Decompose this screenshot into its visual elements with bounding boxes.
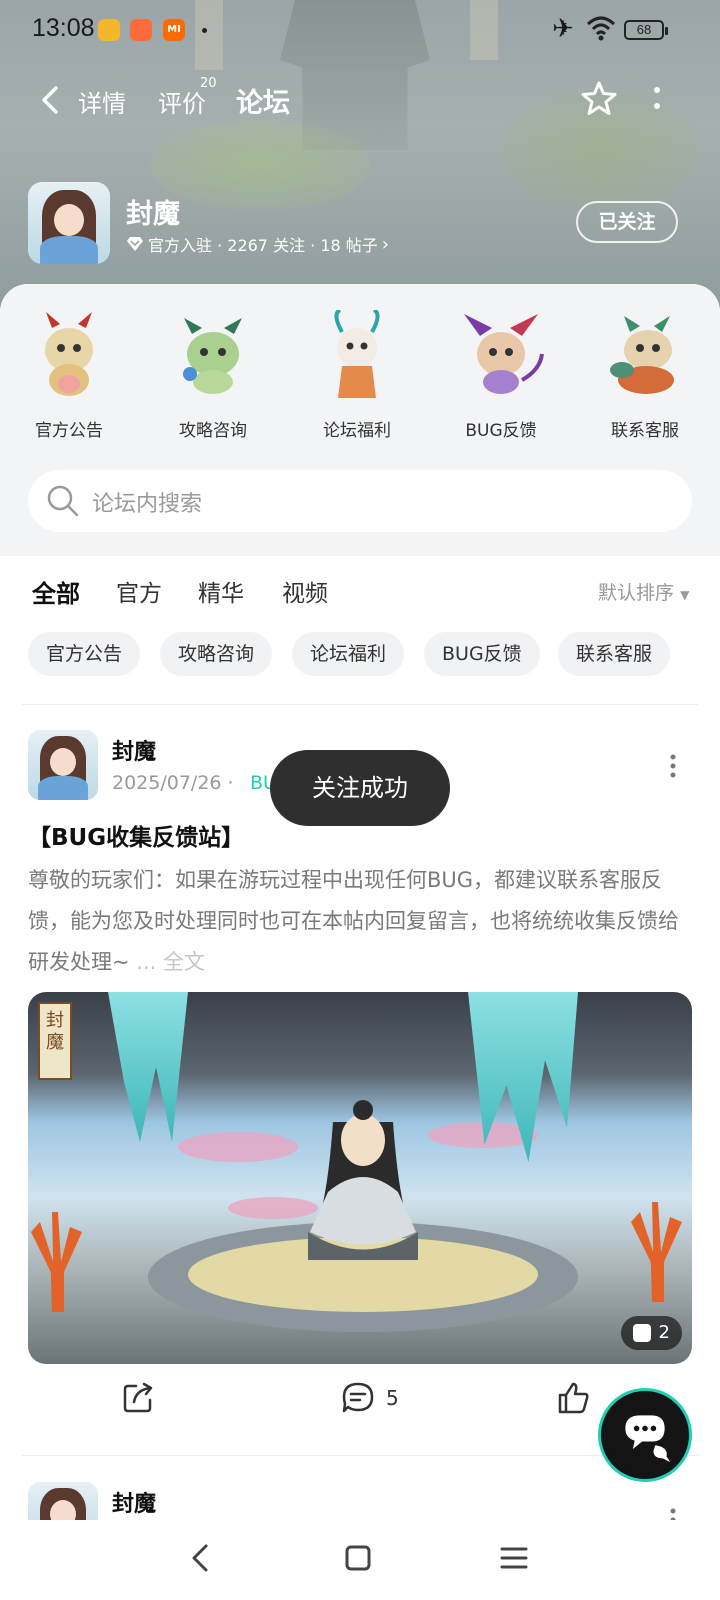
post-date: 2025/07/26 · <box>112 772 234 794</box>
favorite-star-icon[interactable] <box>580 80 618 118</box>
post-image[interactable]: 封魔 2 <box>28 992 692 1364</box>
category-welfare[interactable]: 论坛福利 <box>292 308 422 441</box>
category-label: BUG反馈 <box>465 421 537 441</box>
category-strategy[interactable]: 攻略咨询 <box>148 310 278 441</box>
image-count-badge: 2 <box>620 1316 682 1350</box>
more-vertical-icon[interactable] <box>650 86 664 114</box>
category-official-announcement[interactable]: 官方公告 <box>4 310 134 441</box>
chip-bug-feedback[interactable]: BUG反馈 <box>424 632 540 676</box>
chip-official-announcement[interactable]: 官方公告 <box>28 632 141 676</box>
tab-details[interactable]: 详情 <box>78 84 126 119</box>
game-logo-seal: 封魔 <box>38 1002 72 1080</box>
system-home-icon[interactable] <box>340 1540 376 1576</box>
chat-bubble-fab[interactable] <box>598 1388 692 1482</box>
tab-reviews[interactable]: 评价 <box>158 84 206 119</box>
wifi-icon <box>586 16 616 41</box>
system-back-icon[interactable] <box>184 1540 220 1576</box>
meditating-figure <box>308 1100 418 1260</box>
reviews-count-badge: 20 <box>200 76 217 91</box>
game-meta-text: 官方入驻 · 2267 关注 · 18 帖子 <box>148 236 378 255</box>
system-menu-icon[interactable] <box>496 1540 532 1576</box>
filter-tab-featured[interactable]: 精华 <box>198 574 244 608</box>
weibo-icon <box>98 19 120 41</box>
banner-glow <box>150 120 370 210</box>
category-bug-feedback[interactable]: BUG反馈 <box>436 310 566 441</box>
verified-diamond-icon <box>127 237 143 251</box>
category-label: 联系客服 <box>611 421 679 441</box>
sort-label: 默认排序 <box>598 582 675 604</box>
comment-count: 5 <box>386 1386 399 1410</box>
following-button[interactable]: 已关注 <box>576 201 678 243</box>
category-label: 官方公告 <box>35 421 103 441</box>
filter-tab-all[interactable]: 全部 <box>32 574 80 611</box>
dragon-mascot-icon <box>464 314 544 394</box>
dragon-mascot-icon <box>334 308 380 398</box>
shop-icon <box>130 19 152 41</box>
back-arrow-icon[interactable] <box>34 80 70 120</box>
forum-search-input[interactable]: 论坛内搜索 <box>28 470 692 532</box>
chip-strategy[interactable]: 攻略咨询 <box>160 632 273 676</box>
dragon-mascot-icon <box>610 316 674 394</box>
dragon-mascot-icon <box>183 318 242 394</box>
system-navigation-bar <box>0 1520 720 1600</box>
category-label: 论坛福利 <box>323 421 391 441</box>
share-icon <box>123 1382 153 1413</box>
sort-dropdown[interactable]: 默认排序 ▼ <box>598 578 689 605</box>
game-icon[interactable] <box>28 182 110 264</box>
share-button[interactable] <box>120 1378 156 1418</box>
game-name: 封魔 <box>126 199 180 230</box>
divider <box>22 704 698 705</box>
post-author-avatar[interactable] <box>28 730 98 800</box>
chip-customer-service[interactable]: 联系客服 <box>558 632 671 676</box>
image-count: 2 <box>658 1322 670 1343</box>
search-icon <box>47 485 79 517</box>
tab-forum[interactable]: 论坛 <box>234 81 292 123</box>
like-button[interactable] <box>556 1378 592 1418</box>
status-time: 13:08 <box>32 14 95 42</box>
follow-success-toast: 关注成功 <box>270 750 450 826</box>
filter-tab-video[interactable]: 视频 <box>282 574 328 608</box>
notification-dot-icon <box>202 28 207 33</box>
post-body[interactable]: 尊敬的玩家们：如果在游玩过程中出现任何BUG，都建议联系客服反馈，能为您及时处理… <box>28 860 692 983</box>
status-bar: 13:08 MI ✈ 68 <box>0 0 720 60</box>
dragon-mascot-icon <box>45 312 93 396</box>
chip-welfare[interactable]: 论坛福利 <box>292 632 405 676</box>
chevron-right-icon: › <box>381 233 389 255</box>
read-more-link[interactable]: ... 全文 <box>136 950 205 974</box>
category-label: 攻略咨询 <box>179 421 247 441</box>
mi-icon: MI <box>163 19 185 41</box>
next-post-author[interactable]: 封魔 <box>112 1486 156 1518</box>
post-more-icon[interactable] <box>668 754 678 778</box>
battery-icon: 68 <box>624 20 668 40</box>
post-body-text: 尊敬的玩家们：如果在游玩过程中出现任何BUG，都建议联系客服反馈，能为您及时处理… <box>28 868 679 974</box>
thumbs-up-icon <box>558 1382 589 1414</box>
search-placeholder: 论坛内搜索 <box>92 492 203 517</box>
category-customer-service[interactable]: 联系客服 <box>580 310 710 441</box>
divider <box>22 1455 698 1456</box>
gallery-icon <box>632 1324 651 1342</box>
caret-down-icon: ▼ <box>680 588 690 602</box>
airplane-icon: ✈ <box>552 14 574 44</box>
game-meta[interactable]: 官方入驻 · 2267 关注 · 18 帖子 › <box>126 232 389 256</box>
comment-button[interactable]: 5 <box>340 1378 399 1418</box>
filter-tab-official[interactable]: 官方 <box>116 574 162 608</box>
post-author-name[interactable]: 封魔 <box>112 734 156 766</box>
comment-icon <box>342 1382 374 1413</box>
post-title[interactable]: 【BUG收集反馈站】 <box>28 818 244 852</box>
